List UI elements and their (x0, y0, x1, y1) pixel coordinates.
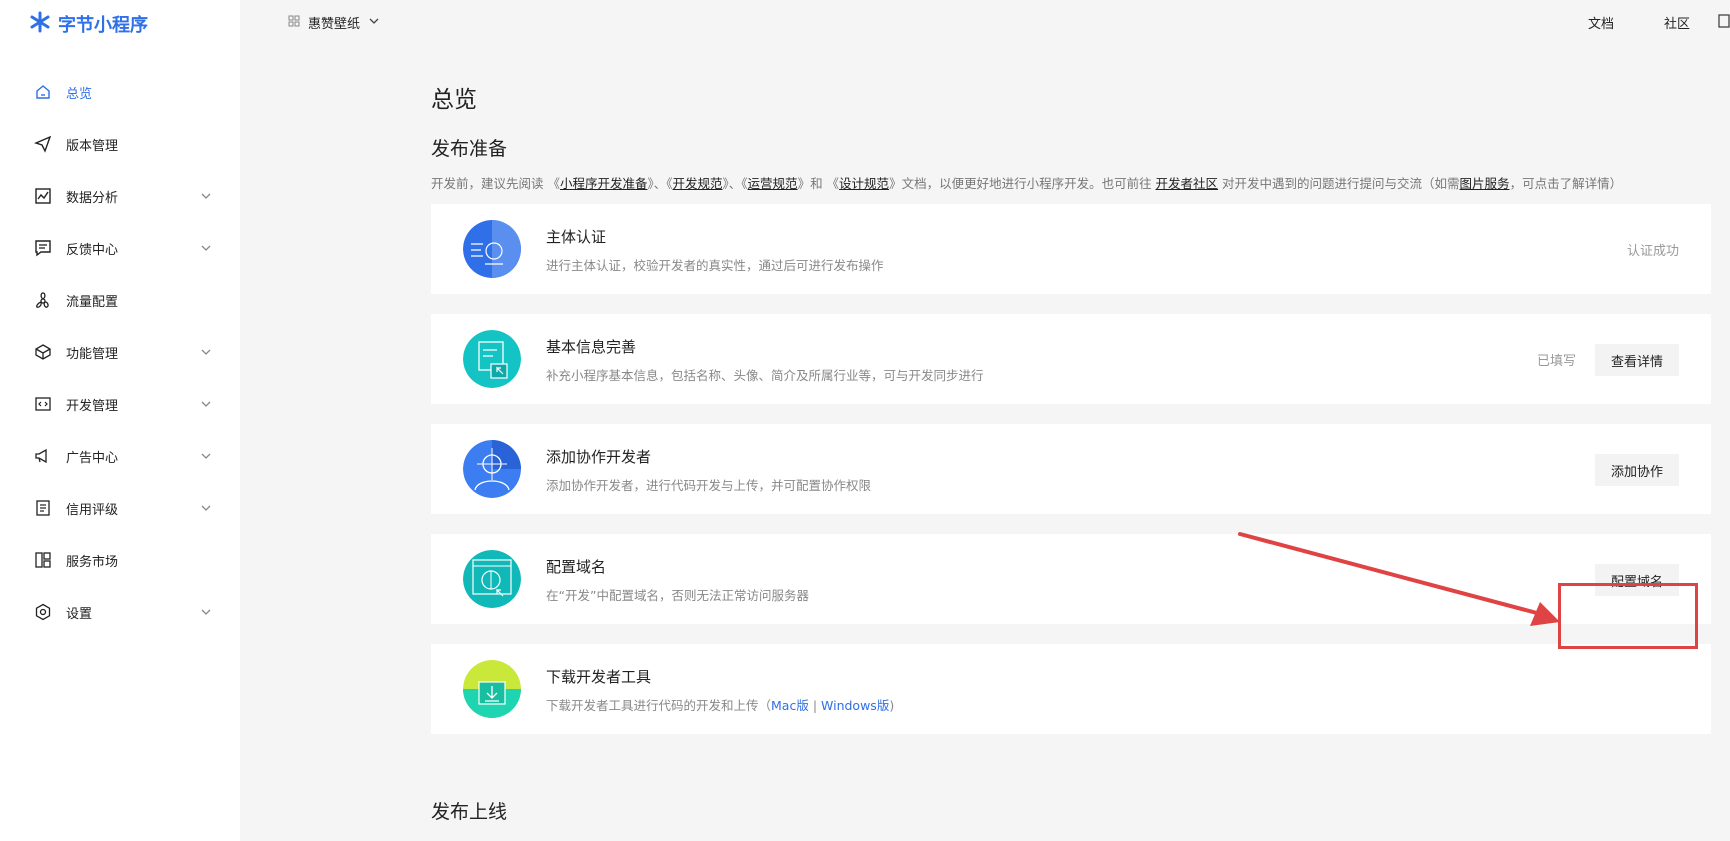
sidebar-item-label: 设置 (66, 606, 93, 622)
logo-icon (28, 10, 52, 39)
sidebar-item-label: 流量配置 (66, 294, 119, 310)
main-content: 总览 发布准备 开发前，建议先阅读 《小程序开发准备》、《开发规范》、《运营规范… (431, 80, 1711, 754)
app-name: 惠赞壁纸 (308, 17, 361, 32)
annotation-highlight-box (1558, 583, 1698, 649)
chevron-down-icon (200, 242, 212, 254)
card-desc: 添加协作开发者，进行代码开发与上传，并可配置协作权限 (546, 478, 872, 493)
image-service-link[interactable]: 图片服务 (1460, 176, 1510, 191)
view-details-button[interactable]: 查看详情 (1594, 344, 1679, 376)
status-text: 已填写 (1536, 354, 1576, 369)
card-title: 配置域名 (546, 558, 607, 576)
mac-download-link[interactable]: Mac版 (771, 698, 809, 713)
settings-icon (34, 603, 52, 621)
collaborator-icon (463, 440, 521, 498)
card-title: 下载开发者工具 (546, 668, 652, 686)
card-title: 主体认证 (546, 228, 607, 246)
list-icon (34, 499, 52, 517)
doc-link-dev-spec[interactable]: 开发规范 (673, 176, 723, 191)
sidebar-item-credit[interactable]: 信用评级 (0, 482, 240, 534)
brand-name: 字节小程序 (58, 15, 148, 36)
community-doc-link[interactable]: 开发者社区 (1156, 176, 1219, 191)
send-icon (34, 135, 52, 153)
community-link[interactable]: 社区 (1664, 13, 1690, 32)
section-title: 发布准备 (431, 138, 508, 160)
add-collaborator-button[interactable]: 添加协作 (1594, 454, 1679, 486)
card-download-tools: 下载开发者工具 下载开发者工具进行代码的开发和上传（Mac版 | Windows… (431, 644, 1711, 734)
card-desc: 下载开发者工具进行代码的开发和上传（Mac版 | Windows版) (546, 698, 895, 713)
card-desc: 补充小程序基本信息，包括名称、头像、简介及所属行业等，可与开发同步进行 (546, 368, 984, 383)
sidebar-item-label: 总览 (66, 86, 93, 102)
sidebar-item-overview[interactable]: 总览 (0, 66, 240, 118)
cube-icon (34, 343, 52, 361)
sidebar-item-label: 反馈中心 (66, 242, 119, 258)
chevron-down-icon (200, 450, 212, 462)
sidebar-item-traffic[interactable]: 流量配置 (0, 274, 240, 326)
sidebar-item-features[interactable]: 功能管理 (0, 326, 240, 378)
sidebar-item-label: 开发管理 (66, 398, 119, 414)
chart-icon (34, 187, 52, 205)
sidebar-item-label: 广告中心 (66, 450, 119, 466)
sidebar-nav: 总览 版本管理 数据分析 反馈中心 流量配置 功能管理 开发管理 广告中心 信用… (0, 66, 240, 638)
page-title: 总览 (431, 87, 477, 113)
verification-icon (463, 220, 521, 278)
chevron-down-icon (200, 398, 212, 410)
doc-link-design-spec[interactable]: 设计规范 (839, 176, 889, 191)
status-text: 认证成功 (1626, 244, 1679, 259)
fan-icon (34, 291, 52, 309)
sidebar-item-label: 数据分析 (66, 190, 119, 206)
doc-link-ops-spec[interactable]: 运营规范 (748, 176, 798, 191)
card-add-collaborators: 添加协作开发者 添加协作开发者，进行代码开发与上传，并可配置协作权限 添加协作 (431, 424, 1711, 514)
card-desc: 在“开发”中配置域名，否则无法正常访问服务器 (546, 588, 809, 603)
grid-icon (34, 551, 52, 569)
megaphone-icon (34, 447, 52, 465)
code-icon (34, 395, 52, 413)
sidebar-item-version[interactable]: 版本管理 (0, 118, 240, 170)
sidebar-item-label: 服务市场 (66, 554, 119, 570)
windows-download-link[interactable]: Windows版 (821, 698, 889, 713)
apps-grid-icon (288, 15, 300, 31)
card-title: 添加协作开发者 (546, 448, 652, 466)
section-title-publish: 发布上线 (431, 801, 508, 823)
chevron-down-icon (200, 606, 212, 618)
sidebar-item-label: 功能管理 (66, 346, 119, 362)
exit-icon[interactable] (1718, 14, 1730, 28)
card-basic-info: 基本信息完善 补充小程序基本信息，包括名称、头像、简介及所属行业等，可与开发同步… (431, 314, 1711, 404)
download-icon (463, 660, 521, 718)
sidebar-item-settings[interactable]: 设置 (0, 586, 240, 638)
annotation-arrow (1238, 532, 1560, 626)
sidebar-item-label: 版本管理 (66, 138, 119, 154)
sidebar-item-analytics[interactable]: 数据分析 (0, 170, 240, 222)
message-icon (34, 239, 52, 257)
card-entity-verification: 主体认证 进行主体认证，校验开发者的真实性，通过后可进行发布操作 认证成功 (431, 204, 1711, 294)
sidebar-item-feedback[interactable]: 反馈中心 (0, 222, 240, 274)
card-title: 基本信息完善 (546, 338, 637, 356)
docs-link[interactable]: 文档 (1588, 13, 1614, 32)
intro-text: 开发前，建议先阅读 《小程序开发准备》、《开发规范》、《运营规范》和 《设计规范… (431, 176, 1623, 191)
top-bar: 惠赞壁纸 文档 社区 (240, 0, 1730, 46)
basic-info-icon (463, 330, 521, 388)
sidebar-item-market[interactable]: 服务市场 (0, 534, 240, 586)
brand-logo[interactable]: 字节小程序 (28, 10, 148, 38)
domain-icon (463, 550, 521, 608)
chevron-down-icon (200, 502, 212, 514)
chevron-down-icon (200, 346, 212, 358)
chevron-down-icon (368, 15, 380, 31)
card-desc: 进行主体认证，校验开发者的真实性，通过后可进行发布操作 (546, 258, 884, 273)
sidebar-item-label: 信用评级 (66, 502, 119, 518)
app-switcher[interactable]: 惠赞壁纸 (288, 13, 380, 32)
chevron-down-icon (200, 190, 212, 202)
sidebar: 字节小程序 总览 版本管理 数据分析 反馈中心 流量配置 功能管理 开发管理 广… (0, 0, 240, 841)
sidebar-item-ads[interactable]: 广告中心 (0, 430, 240, 482)
sidebar-item-dev[interactable]: 开发管理 (0, 378, 240, 430)
home-icon (34, 83, 52, 101)
doc-link-prep[interactable]: 小程序开发准备 (560, 176, 648, 191)
